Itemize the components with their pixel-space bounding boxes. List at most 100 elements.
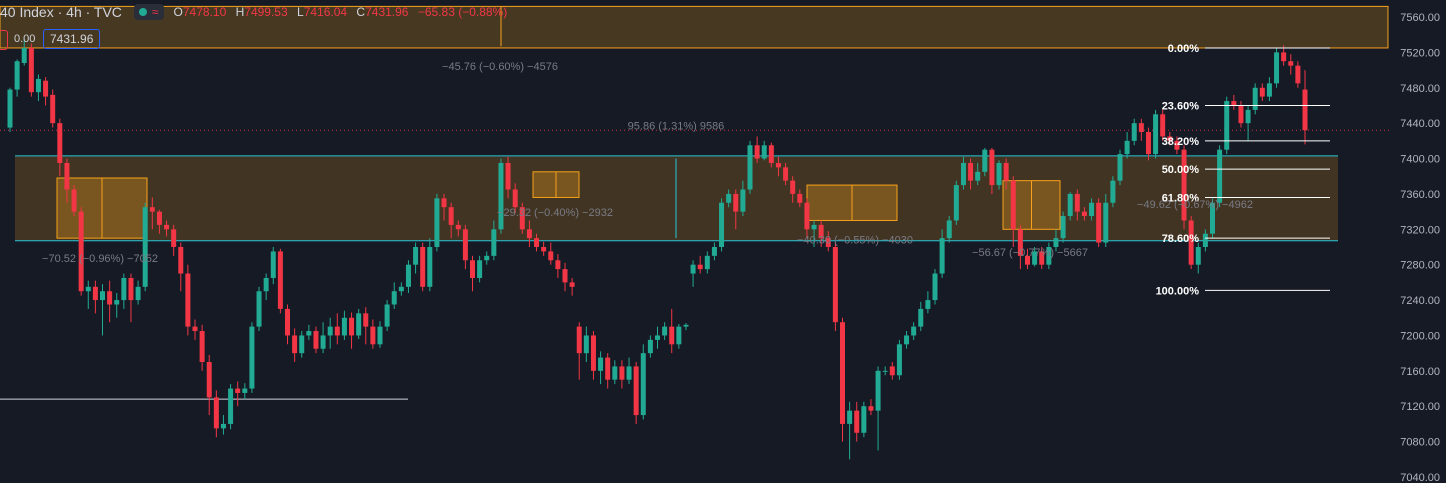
candle-body [854, 410, 860, 433]
candle-body [384, 304, 390, 327]
fib-label-5: 78.60% [1162, 233, 1200, 245]
candle-body [1302, 89, 1308, 131]
candle-body [719, 202, 725, 247]
market-status-icon [138, 8, 147, 16]
price-tick: 7400.00 [1400, 154, 1440, 166]
candle-body [164, 224, 170, 230]
candle-body [633, 366, 639, 416]
candle-body [1245, 109, 1251, 124]
measure-label-5: −56.67 (−0.77%) −5667 [972, 247, 1088, 259]
candle-body [1089, 202, 1095, 217]
candle-body [1010, 180, 1016, 230]
measure-label-0: −45.76 (−0.60%) −4576 [442, 61, 558, 73]
candle-body [306, 331, 312, 336]
candle-body [43, 80, 49, 97]
candle-body [911, 326, 917, 336]
price-tick: 7320.00 [1400, 224, 1440, 236]
candle-body [256, 291, 262, 327]
candle-body [655, 335, 660, 340]
candle-body [1288, 61, 1294, 66]
candle-body [946, 220, 952, 239]
price-tick: 7120.00 [1400, 401, 1440, 413]
ohlc-values: O7478.10 H7499.53 L7416.04 C7431.96 −65.… [173, 5, 508, 19]
candle-body [861, 406, 867, 433]
candle-body [363, 313, 369, 327]
candle-body [1074, 193, 1080, 212]
candle-body [107, 291, 113, 305]
low-value: 7416.04 [303, 5, 348, 19]
candle-body [904, 335, 910, 345]
candle-body [555, 260, 561, 270]
candle-body [1202, 233, 1208, 247]
price-badge[interactable]: 7431.96 [43, 29, 101, 49]
candle-body [590, 335, 596, 371]
candle-body [747, 145, 753, 190]
candle-body [135, 286, 141, 301]
candle-body [1238, 105, 1244, 124]
candle-body [213, 397, 219, 429]
candle-body [356, 313, 362, 336]
candle-body [448, 207, 454, 225]
candle-body [1217, 149, 1223, 203]
candle-body [21, 47, 27, 63]
measure-label-2: −70.52 (−0.96%) −7052 [42, 253, 158, 265]
candle-body [811, 224, 817, 230]
high-value: 7499.53 [244, 5, 288, 19]
candle-body [441, 198, 447, 208]
symbol-title[interactable]: 40 Index · 4h · TVC [0, 4, 122, 20]
candle-body [1281, 52, 1287, 62]
measure-label-6: −49.62 (−0.67%) −4962 [1137, 199, 1253, 211]
candle-body [228, 388, 234, 424]
candle-body [768, 145, 774, 163]
candle-body [334, 326, 340, 336]
candle-body [804, 202, 810, 230]
candle-body [1266, 83, 1272, 97]
candle-body [1096, 202, 1102, 243]
candle-body [889, 366, 895, 376]
candle-body [1160, 114, 1166, 137]
candle-body [761, 145, 767, 159]
fib-label-1: 23.60% [1162, 100, 1200, 112]
candle-body [477, 260, 483, 278]
alert-badge[interactable] [0, 30, 8, 50]
price-axis[interactable]: 7560.00 7520.00 7480.00 7440.00 7400.00 7360.… [1390, 0, 1446, 483]
candle-body [775, 162, 781, 168]
price-tick: 7240.00 [1400, 295, 1440, 307]
candle-body [1067, 193, 1073, 217]
candle-body [491, 229, 497, 256]
candle-body [35, 78, 41, 93]
candle-body [277, 251, 283, 309]
candle-body [598, 357, 604, 371]
candle-body [868, 406, 874, 411]
candle-body [114, 300, 120, 305]
price-tick: 7440.00 [1400, 118, 1440, 130]
close-value: 7431.96 [365, 5, 409, 19]
candle-body [50, 94, 56, 124]
candle-body [235, 388, 241, 393]
candle-body [1110, 180, 1116, 203]
fib-label-2: 38.20% [1162, 136, 1200, 148]
status-pill[interactable]: ≈ [133, 4, 164, 20]
candle-body [612, 366, 618, 380]
candle-body [797, 193, 803, 203]
price-chart[interactable]: 0.00%23.60%38.20%50.00%61.80%78.60%100.0… [0, 0, 1446, 483]
candle-body [1252, 87, 1258, 110]
candle-body [1274, 52, 1280, 84]
candle-body [192, 326, 198, 332]
candle-body [647, 339, 653, 354]
candle-body [1138, 123, 1144, 132]
candle-body [583, 335, 589, 354]
candle-body [64, 162, 70, 190]
candle-body [349, 317, 355, 336]
candle-body [1060, 216, 1066, 239]
candle-body [726, 193, 732, 203]
fib-label-0: 0.00% [1168, 43, 1199, 55]
candle-body [470, 260, 475, 278]
candle-body [434, 198, 440, 247]
candle-body [57, 123, 63, 163]
candle-body [263, 277, 269, 292]
price-tick: 7200.00 [1400, 330, 1440, 342]
candle-body [1145, 132, 1151, 155]
candle-body [484, 255, 490, 261]
candle-body [85, 286, 91, 292]
